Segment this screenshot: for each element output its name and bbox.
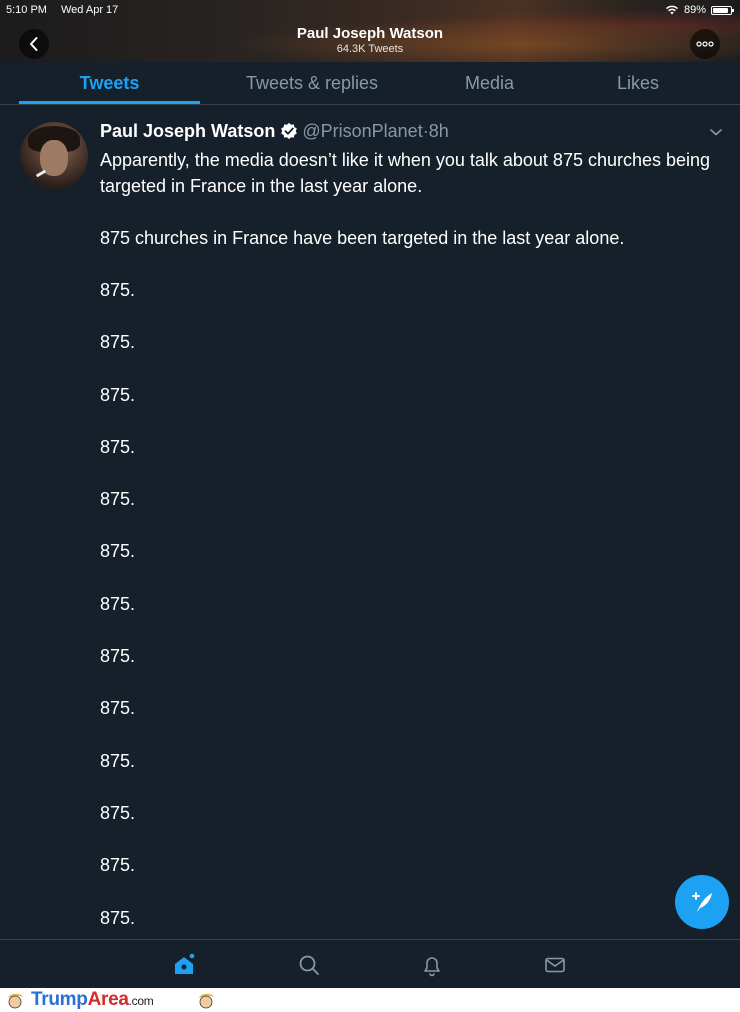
tweet-paragraph-2: 875 churches in France have been targete… (100, 228, 625, 248)
search-icon (299, 955, 319, 975)
author-name[interactable]: Paul Joseph Watson (100, 121, 275, 141)
tweet-line-875: 875. (100, 489, 136, 510)
battery-percent: 89% (683, 4, 706, 16)
active-tab-indicator (19, 101, 200, 104)
header-title-block: Paul Joseph Watson 64.3K Tweets (0, 25, 740, 56)
tweet-line-875: 875. (100, 855, 136, 876)
profile-header: 5:10 PM Wed Apr 17 89% Paul Joseph Watso… (0, 0, 740, 62)
tweet-line-875: 875. (100, 436, 136, 457)
tweet-line-875: 875. (100, 646, 136, 667)
author-handle[interactable]: @PrisonPlanet (302, 121, 422, 141)
tweet-line-875: 875. (100, 802, 136, 823)
tab-tweets[interactable]: Tweets (19, 62, 200, 104)
compose-icon (692, 892, 712, 912)
tab-tweets-replies[interactable]: Tweets & replies (200, 62, 424, 104)
tweet-line-875: 875. (100, 593, 136, 614)
avatar-cigarette (35, 169, 47, 178)
tweet-body: Apparently, the media doesn’t like it wh… (100, 147, 725, 957)
bottom-nav (0, 939, 740, 989)
tweet-line-875: 875. (100, 332, 136, 353)
watermark-brand-primary: Trump (31, 989, 88, 1010)
tweet-line-875: 875. (100, 750, 136, 771)
profile-tabs: Tweets Tweets & replies Media Likes (0, 62, 740, 105)
tab-likes[interactable]: Likes (555, 62, 721, 104)
tweet-paragraph-1: Apparently, the media doesn’t like it wh… (100, 150, 711, 196)
watermark: TrumpArea.com (0, 988, 740, 1012)
battery-icon (711, 5, 734, 15)
battery-fill (713, 7, 729, 13)
more-button[interactable] (690, 29, 720, 59)
tweet-header: Paul Joseph Watson @PrisonPlanet · 8h (100, 121, 449, 141)
tweet-count: 64.3K Tweets (336, 43, 404, 55)
tweet-line-875: 875. (100, 541, 136, 562)
nav-search[interactable] (296, 952, 322, 978)
status-date: Wed Apr 17 (61, 4, 119, 16)
status-right: 89% (665, 4, 734, 16)
compose-button[interactable] (675, 875, 729, 929)
nav-notifications[interactable] (419, 952, 445, 978)
watermark-suffix: .com (128, 994, 154, 1008)
verified-icon (281, 122, 298, 140)
more-icon (696, 41, 714, 47)
tweet-line-875: 875. (100, 698, 136, 719)
tweet-line-875: 875. (100, 280, 136, 300)
watermark-brand-secondary: Area (87, 989, 129, 1010)
status-bar: 5:10 PM Wed Apr 17 89% (0, 4, 740, 18)
nav-messages[interactable] (542, 952, 568, 978)
caret-down-icon[interactable] (707, 123, 725, 141)
status-time: 5:10 PM (6, 4, 47, 16)
mail-icon (545, 957, 565, 973)
wifi-icon (665, 5, 678, 15)
avatar[interactable] (20, 122, 88, 190)
nav-home[interactable] (171, 952, 197, 978)
trump-face-icon (8, 993, 23, 1009)
tweet-line-875: 875. (100, 384, 136, 405)
tweet-age[interactable]: 8h (429, 121, 449, 141)
header-title: Paul Joseph Watson (296, 25, 444, 42)
watermark-text: TrumpArea.com (31, 989, 154, 1012)
bell-icon (424, 957, 440, 977)
tab-media[interactable]: Media (424, 62, 555, 104)
trump-face-icon (199, 993, 214, 1009)
home-icon (175, 953, 195, 974)
